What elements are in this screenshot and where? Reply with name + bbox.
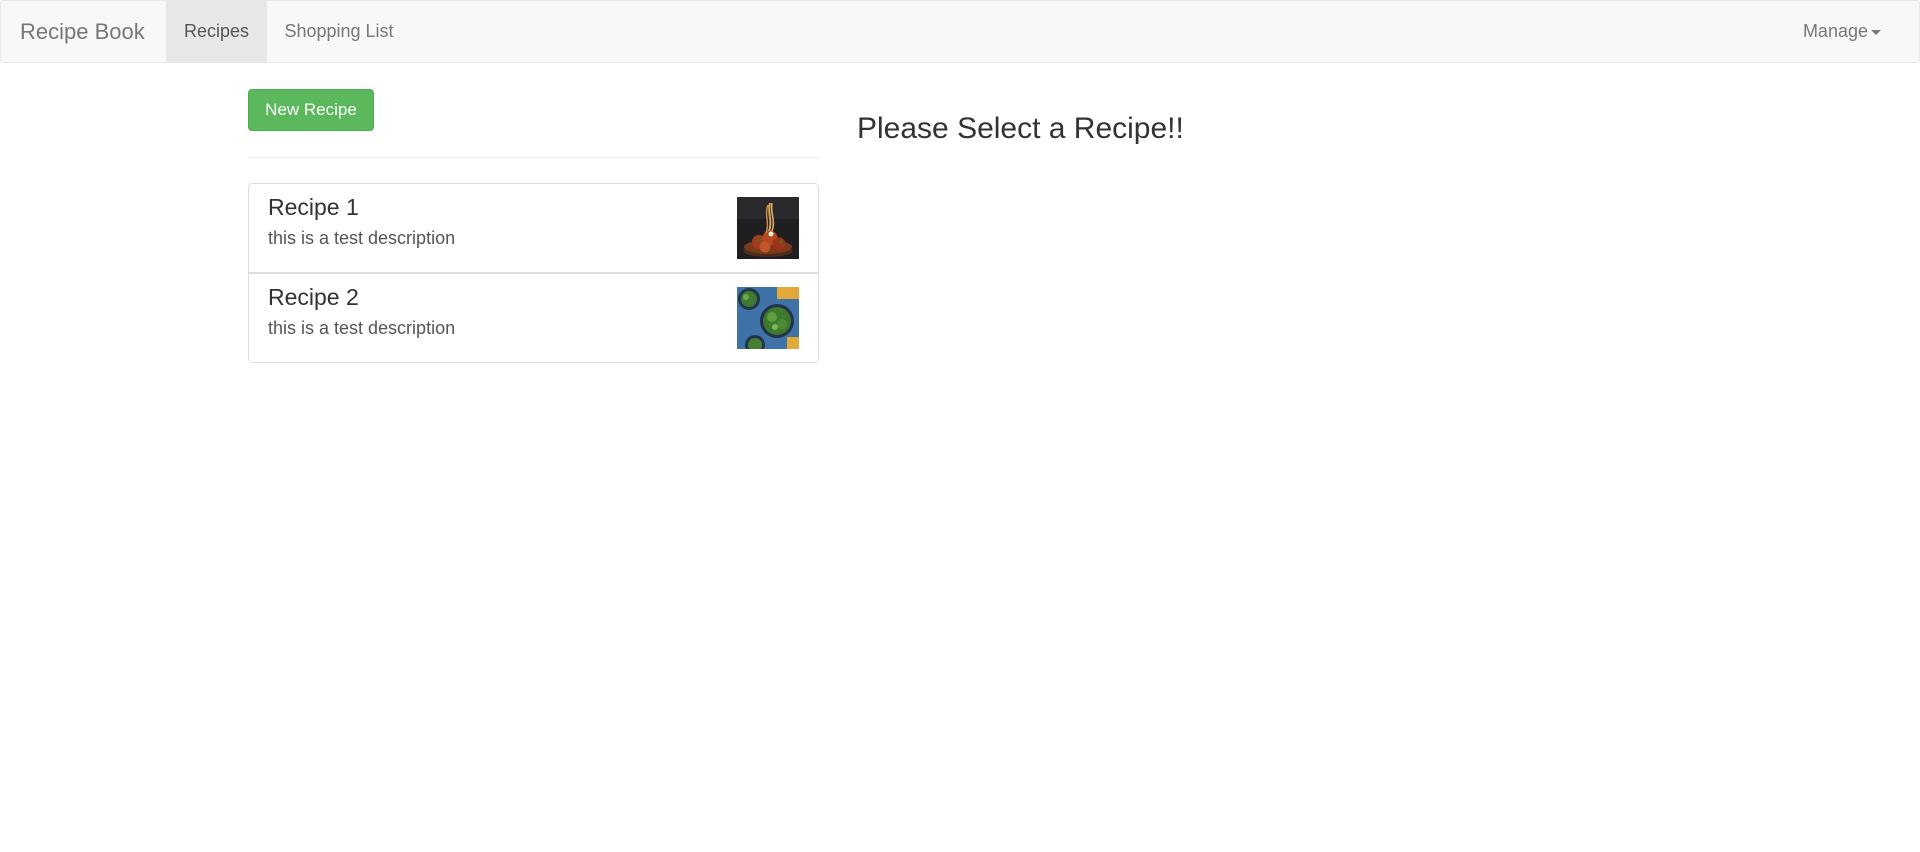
recipe-description: this is a test description bbox=[268, 228, 456, 248]
manage-label: Manage bbox=[1802, 21, 1868, 41]
select-recipe-prompt: Please Select a Recipe!! bbox=[857, 112, 1184, 145]
manage-dropdown[interactable]: Manage bbox=[1803, 1, 1881, 62]
recipe-name: Recipe 1 bbox=[268, 194, 359, 220]
recipe-description: this is a test description bbox=[268, 318, 456, 338]
recipe-thumbnail bbox=[737, 287, 799, 349]
recipe-list-item[interactable]: Recipe 2 this is a test description bbox=[248, 273, 819, 363]
divider bbox=[248, 157, 819, 158]
top-navbar: Recipe Book Recipes Shopping List Manage bbox=[0, 0, 1920, 63]
pasta-dish-photo-icon bbox=[737, 197, 799, 259]
caret-down-icon bbox=[1871, 29, 1881, 35]
tab-recipes[interactable]: Recipes bbox=[166, 1, 267, 62]
new-recipe-button[interactable]: New Recipe bbox=[248, 89, 374, 131]
recipe-thumbnail bbox=[737, 197, 799, 259]
recipe-list-item[interactable]: Recipe 1 this is a test description bbox=[248, 183, 819, 273]
brand-link[interactable]: Recipe Book bbox=[20, 1, 145, 62]
salad-bowls-photo-icon bbox=[737, 287, 799, 349]
recipe-name: Recipe 2 bbox=[268, 284, 359, 310]
tab-shopping-list[interactable]: Shopping List bbox=[267, 1, 411, 62]
